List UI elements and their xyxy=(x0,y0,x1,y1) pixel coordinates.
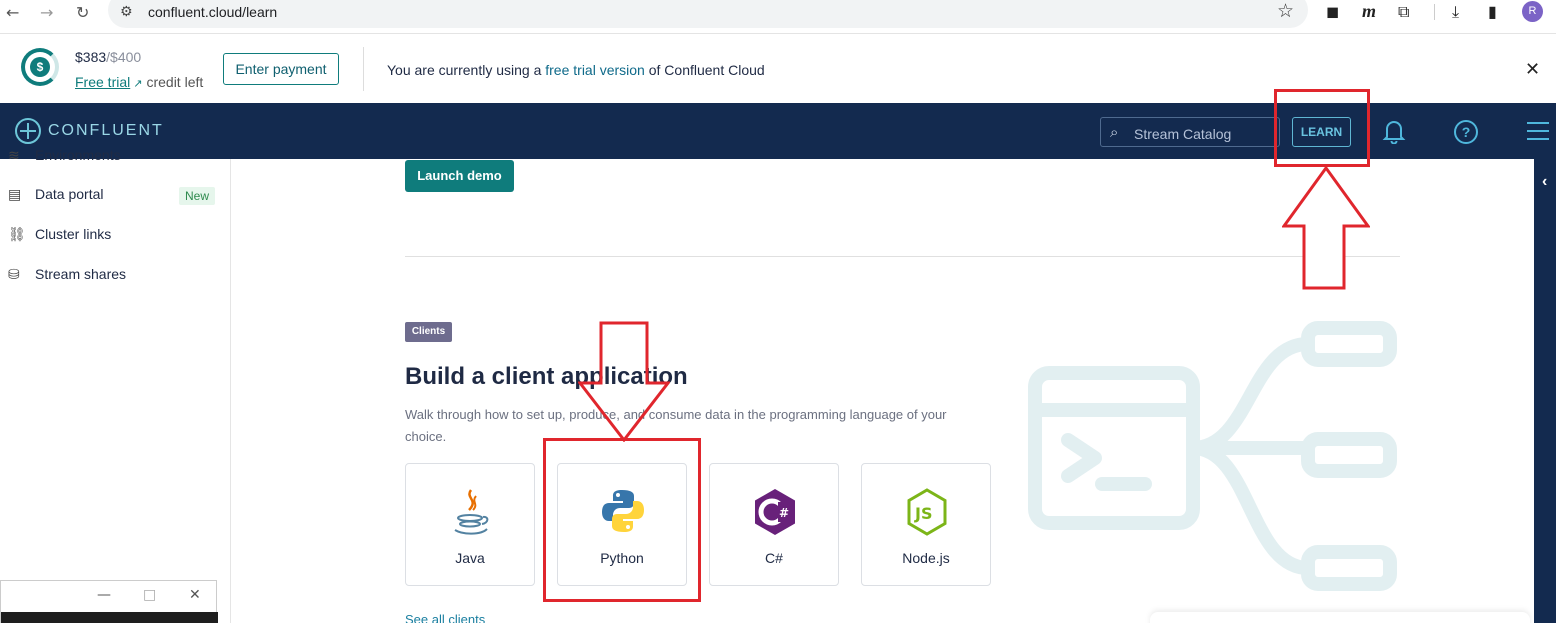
nodejs-icon: JS xyxy=(907,488,947,536)
credit-amount: $383/$400 xyxy=(75,49,141,65)
sidepanel-icon[interactable]: ▮ xyxy=(1488,2,1497,21)
link-icon: ⛓ xyxy=(8,227,26,243)
sidebar-item-label: Data portal xyxy=(35,186,104,202)
sidebar-item-environments[interactable]: ≋ Environments xyxy=(8,147,121,167)
confluent-logo-icon[interactable] xyxy=(15,118,41,144)
annotation-arrow-up-icon xyxy=(1282,166,1370,290)
download-icon[interactable]: ⤓ xyxy=(1452,2,1459,22)
svg-text:JS: JS xyxy=(914,504,932,523)
free-trial-link[interactable]: Free trial xyxy=(75,74,130,90)
client-label: Java xyxy=(455,550,485,566)
annotation-arrow-down-icon xyxy=(578,321,670,442)
credit-left-text: credit left xyxy=(146,74,204,90)
back-icon[interactable]: ← xyxy=(6,3,19,22)
sidebar-item-label: Stream shares xyxy=(35,266,127,282)
see-all-clients-link[interactable]: See all clients xyxy=(405,612,485,623)
floating-panel xyxy=(1150,612,1530,623)
clients-tag: Clients xyxy=(405,322,452,342)
trial-line: Free trial ↗ credit left xyxy=(75,74,203,90)
trial-message: You are currently using a free trial ver… xyxy=(387,62,765,78)
launch-demo-button[interactable]: Launch demo xyxy=(405,160,514,192)
search-icon: ⌕ xyxy=(1110,123,1119,141)
sidebar-item-data-portal[interactable]: ▤ Data portal xyxy=(8,186,103,206)
minimize-icon[interactable]: — xyxy=(97,587,111,603)
right-panel-toggle[interactable]: ‹ xyxy=(1534,159,1556,623)
stream-catalog-search[interactable]: ⌕ Stream Catalog xyxy=(1100,117,1280,147)
layers-icon: ≋ xyxy=(8,148,20,164)
terminal-illustration-icon xyxy=(1028,321,1397,591)
logo-text[interactable]: CONFLUENT xyxy=(48,122,164,140)
sidebar: ≋ Environments ▤ Data portal New ⛓ Cluster … xyxy=(0,147,231,623)
browser-toolbar: ← → ↻ ⚙ confluent.cloud/learn ☆ ◼ m ⧉ ⤓ … xyxy=(0,0,1556,34)
banner-divider xyxy=(363,47,364,91)
annotation-box-learn xyxy=(1274,89,1370,167)
section-divider xyxy=(405,256,1400,257)
svg-text:#: # xyxy=(779,506,789,520)
external-link-icon: ↗ xyxy=(133,77,143,90)
java-icon xyxy=(454,489,489,535)
client-card-csharp[interactable]: # C# xyxy=(709,463,839,586)
document-icon: ▤ xyxy=(8,187,22,203)
forward-icon[interactable]: → xyxy=(40,3,53,22)
csharp-icon: # xyxy=(755,489,795,535)
close-icon[interactable]: ✕ xyxy=(1525,59,1540,80)
url-text: confluent.cloud/learn xyxy=(148,4,278,20)
overlay-window-body xyxy=(1,612,218,623)
credit-total: /$400 xyxy=(106,49,142,65)
enter-payment-button[interactable]: Enter payment xyxy=(223,53,339,85)
m-extension-icon[interactable]: m xyxy=(1362,1,1376,22)
screen: ← → ↻ ⚙ confluent.cloud/learn ☆ ◼ m ⧉ ⤓ … xyxy=(0,0,1556,623)
credit-progress-ring: $ xyxy=(21,48,59,86)
dollar-icon: $ xyxy=(30,57,50,77)
search-placeholder: Stream Catalog xyxy=(1134,126,1232,142)
reload-icon[interactable]: ↻ xyxy=(76,3,89,22)
extension-icon[interactable]: ◼ xyxy=(1326,2,1339,21)
sidebar-item-stream-shares[interactable]: ⛁ Stream shares xyxy=(8,266,126,286)
client-card-java[interactable]: Java xyxy=(405,463,535,586)
profile-avatar[interactable]: R xyxy=(1522,1,1543,22)
trial-message-suffix: of Confluent Cloud xyxy=(644,62,765,78)
address-bar[interactable]: ⚙ confluent.cloud/learn ☆ xyxy=(108,0,1308,28)
sidebar-item-label: Cluster links xyxy=(35,226,112,242)
hamburger-menu-icon[interactable] xyxy=(1527,120,1549,142)
client-label: Node.js xyxy=(902,550,950,566)
window-close-icon[interactable]: ✕ xyxy=(189,587,201,603)
free-trial-version-link[interactable]: free trial version xyxy=(545,62,645,78)
client-label: C# xyxy=(765,550,783,566)
overlay-window: — □ ✕ xyxy=(0,580,218,623)
database-icon: ⛁ xyxy=(8,267,20,283)
sidebar-item-label: Environments xyxy=(35,147,121,163)
credit-used: $383 xyxy=(75,49,107,65)
chevron-left-icon: ‹ xyxy=(1542,173,1548,190)
maximize-icon[interactable]: □ xyxy=(143,587,156,603)
new-badge: New xyxy=(179,187,215,205)
bell-icon[interactable] xyxy=(1382,118,1406,144)
trial-message-prefix: You are currently using a xyxy=(387,62,546,78)
bookmark-star-icon[interactable]: ☆ xyxy=(1277,0,1294,22)
annotation-box-python xyxy=(543,438,701,602)
extensions-puzzle-icon[interactable]: ⧉ xyxy=(1398,2,1409,22)
sidebar-item-cluster-links[interactable]: ⛓ Cluster links xyxy=(8,226,111,246)
site-settings-icon[interactable]: ⚙ xyxy=(120,4,133,20)
client-card-nodejs[interactable]: JS Node.js xyxy=(861,463,991,586)
help-icon[interactable]: ? xyxy=(1454,120,1478,144)
toolbar-divider xyxy=(1434,4,1435,20)
